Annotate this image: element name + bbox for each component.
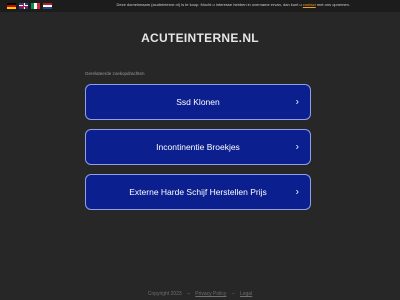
related-searches-label: Gerelateerde zoekopdrachten: [85, 71, 145, 76]
uk-flag-icon[interactable]: [19, 3, 28, 9]
footer: Copyright 2023 – Privacy Policy – Legal: [0, 291, 400, 297]
related-search-label: Externe Harde Schijf Herstellen Prijs: [129, 187, 267, 197]
related-search-link[interactable]: Incontinentie Broekjes ›: [85, 129, 311, 165]
contact-link[interactable]: contact: [303, 2, 316, 7]
notice-text: Deze domeinnaam (acuteinterne.nl) is te …: [116, 2, 302, 7]
privacy-policy-link[interactable]: Privacy Policy: [195, 291, 226, 297]
copyright-text: Copyright 2023: [147, 291, 182, 297]
chevron-right-icon: ›: [295, 96, 299, 108]
footer-separator: –: [231, 291, 235, 297]
italian-flag-icon[interactable]: [31, 3, 40, 9]
german-flag-icon[interactable]: [7, 3, 16, 9]
related-search-label: Ssd Klonen: [176, 97, 220, 107]
notice-suffix: met ons opnemen.: [316, 2, 350, 7]
related-search-link[interactable]: Externe Harde Schijf Herstellen Prijs ›: [85, 174, 311, 210]
dutch-flag-icon[interactable]: [43, 3, 52, 9]
related-searches-list: Ssd Klonen › Incontinentie Broekjes › Ex…: [85, 84, 311, 219]
footer-separator: –: [187, 291, 190, 297]
legal-link[interactable]: Legal: [240, 291, 252, 297]
top-bar: Deze domeinnaam (acuteinterne.nl) is te …: [0, 0, 400, 12]
for-sale-notice: Deze domeinnaam (acuteinterne.nl) is te …: [116, 2, 350, 7]
chevron-right-icon: ›: [295, 186, 299, 198]
site-title: ACUTEINTERNE.NL: [141, 31, 259, 45]
related-search-label: Incontinentie Broekjes: [156, 142, 240, 152]
language-switcher: [7, 3, 52, 9]
chevron-right-icon: ›: [295, 141, 299, 153]
related-search-link[interactable]: Ssd Klonen ›: [85, 84, 311, 120]
